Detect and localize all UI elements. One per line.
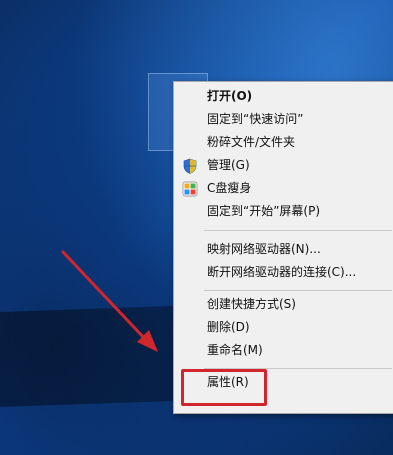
menu-item-label: 粉碎文件/文件夹 — [207, 135, 296, 149]
menu-item-disconnect-network-drive[interactable]: 断开网络驱动器的连接(C)... — [174, 261, 393, 284]
annotation-highlight-box — [181, 369, 267, 406]
menu-item-manage[interactable]: 管理(G) — [174, 154, 393, 177]
menu-item-label: 固定到“开始”屏幕(P) — [207, 204, 321, 218]
menu-item-label: 删除(D) — [207, 320, 250, 334]
menu-item-label: C盘瘦身 — [207, 181, 252, 195]
menu-item-rename[interactable]: 重命名(M) — [174, 339, 393, 362]
menu-item-pin-start[interactable]: 固定到“开始”屏幕(P) — [174, 200, 393, 223]
menu-item-label: 固定到“快速访问” — [207, 112, 304, 126]
menu-item-pin-quick-access[interactable]: 固定到“快速访问” — [174, 108, 393, 131]
menu-item-create-shortcut[interactable]: 创建快捷方式(S) — [174, 293, 393, 316]
menu-item-label: 重命名(M) — [207, 343, 263, 357]
menu-item-shred[interactable]: 粉碎文件/文件夹 — [174, 131, 393, 154]
menu-separator — [204, 230, 392, 231]
menu-item-map-network-drive[interactable]: 映射网络驱动器(N)... — [174, 238, 393, 261]
menu-item-label: 映射网络驱动器(N)... — [207, 242, 321, 256]
menu-item-open[interactable]: 打开(O) — [174, 85, 393, 108]
menu-item-c-drive-cleanup[interactable]: C盘瘦身 — [174, 177, 393, 200]
menu-item-label: 创建快捷方式(S) — [207, 297, 296, 311]
menu-item-label: 管理(G) — [207, 158, 250, 172]
menu-separator — [204, 290, 392, 291]
menu-item-label: 打开(O) — [207, 89, 253, 103]
shield-icon — [182, 158, 198, 174]
menu-item-delete[interactable]: 删除(D) — [174, 316, 393, 339]
context-menu: 打开(O) 固定到“快速访问” 粉碎文件/文件夹 管理(G) C盘瘦身 固定到“… — [173, 81, 393, 414]
cleanup-app-icon — [182, 181, 198, 197]
menu-item-label: 断开网络驱动器的连接(C)... — [207, 265, 357, 279]
